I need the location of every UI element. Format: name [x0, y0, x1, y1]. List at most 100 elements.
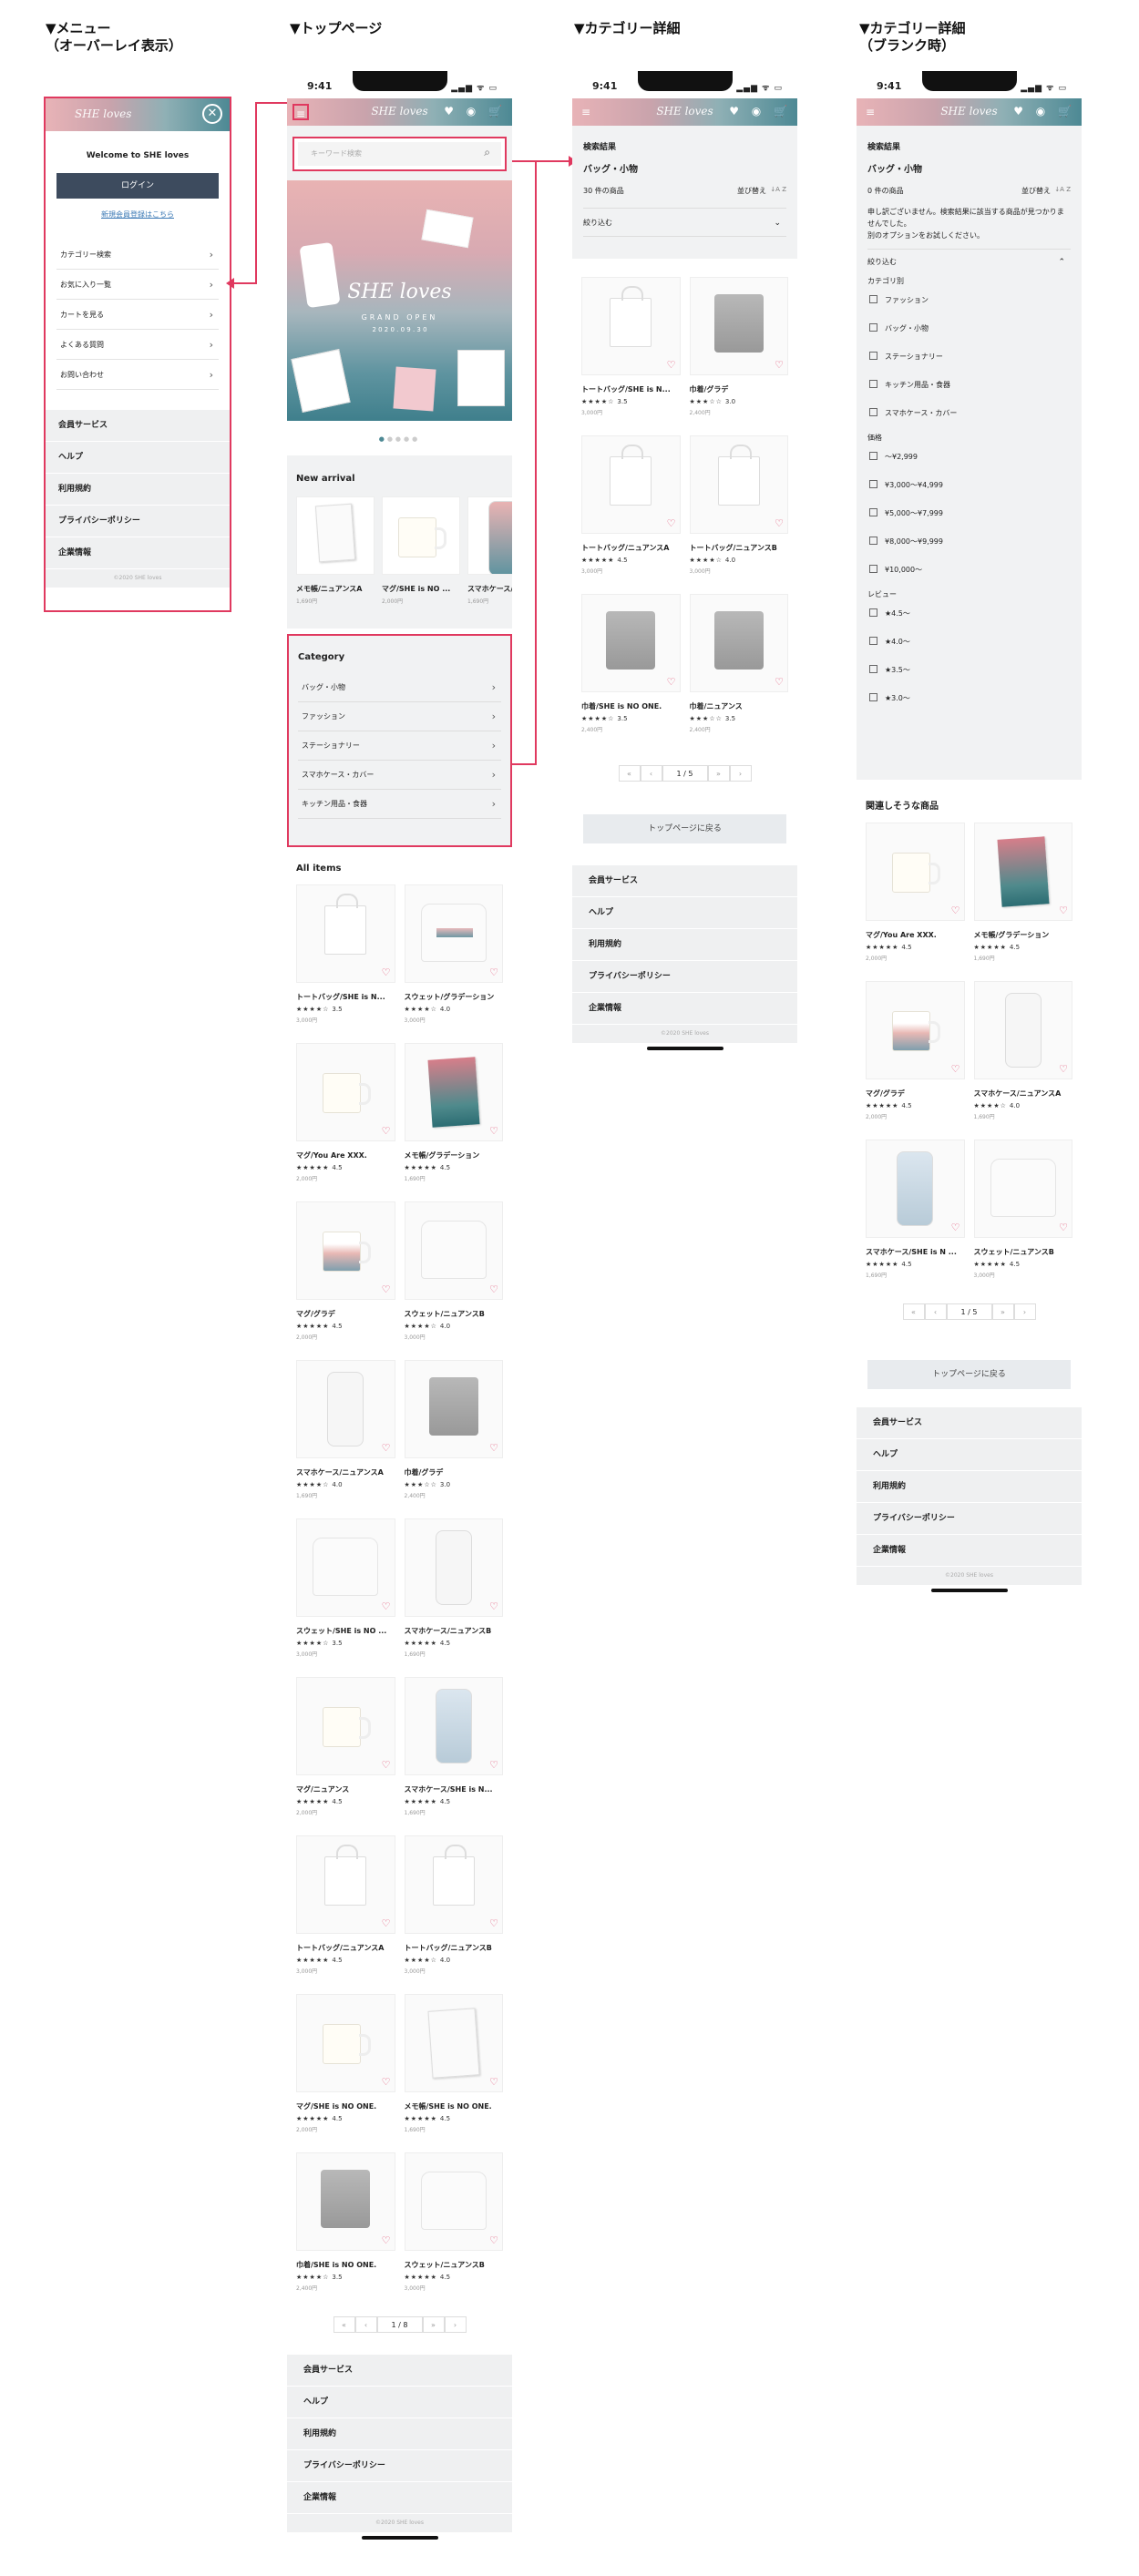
back-to-top-button[interactable]: トップページに戻る [867, 1360, 1071, 1389]
heart-icon[interactable]: ♡ [489, 966, 498, 978]
menu-item-faq[interactable]: よくある質問 [56, 330, 219, 360]
product-card[interactable]: ♡ メモ帳/グラデーション ★★★★★ 4.5 1,690円 [973, 823, 1072, 981]
product-image[interactable]: ♡ [404, 1677, 503, 1775]
product-name[interactable]: マグ/グラデ [296, 1309, 395, 1319]
carousel-dots[interactable]: ●●●●● [287, 435, 512, 443]
product-name[interactable]: メモ帳/グラデーション [405, 1150, 504, 1160]
product-card[interactable]: ♡ マグ/グラデ ★★★★★ 4.5 2,000円 [296, 1201, 395, 1360]
product-image[interactable]: ♡ [866, 981, 965, 1079]
hamburger-icon[interactable]: ≡ [292, 104, 309, 120]
heart-icon[interactable]: ♡ [775, 359, 784, 371]
product-name[interactable]: 巾着/ニュアンス [690, 701, 789, 711]
product-image[interactable]: ♡ [689, 435, 788, 534]
filter-price-option[interactable]: ¥3,000～¥4,999 [867, 471, 1071, 499]
sort-icon[interactable]: ↓A Z [1054, 186, 1071, 193]
product-card[interactable]: ♡ スマホケース/ニュアンスA ★★★★☆ 4.0 1,690円 [973, 981, 1073, 1140]
product-card[interactable]: ♡ トートバッグ/ニュアンスA ★★★★★ 4.5 3,000円 [296, 1835, 395, 1994]
hero-banner[interactable]: SHE loves GRAND OPEN 2 0 2 0 . 0 9 . 3 0 [287, 180, 512, 421]
product-image[interactable]: ♡ [973, 981, 1072, 1079]
product-name[interactable]: スウェット/ニュアンスB [974, 1247, 1073, 1257]
filter-review-option[interactable]: ★4.5～ [867, 599, 1071, 628]
product-card[interactable]: ♡ スウェット/ニュアンスB ★★★★☆ 4.0 3,000円 [404, 1201, 503, 1360]
heart-icon[interactable]: ♡ [667, 676, 676, 688]
search-icon[interactable]: ⌕ [484, 146, 490, 159]
pager-last[interactable]: » [707, 765, 730, 782]
product-image[interactable]: ♡ [866, 1140, 965, 1238]
checkbox[interactable] [869, 508, 877, 516]
footer-item-help[interactable]: ヘルプ [46, 442, 230, 474]
product-card[interactable]: ♡ スマホケース/SHE is N... ★★★★★ 4.5 1,690円 [404, 1677, 504, 1835]
filter-category-option[interactable]: ステーショナリー [867, 342, 1071, 371]
product-image[interactable]: ♡ [973, 823, 1072, 921]
heart-icon[interactable]: ♡ [775, 676, 784, 688]
product-image[interactable]: ♡ [404, 1994, 503, 2092]
category-item-fashion[interactable]: ファッション [298, 702, 501, 731]
product-name[interactable]: スマホケース/SHE is N... [405, 1784, 504, 1794]
product-image[interactable]: ♡ [581, 435, 681, 534]
heart-icon[interactable]: ♡ [489, 1442, 498, 1454]
checkbox[interactable] [869, 295, 877, 303]
product-image[interactable]: ♡ [296, 1994, 395, 2092]
header-icons[interactable]: ♥ ◉ 🛒 [1013, 105, 1076, 118]
product-image[interactable]: ♡ [404, 1360, 503, 1458]
footer-item-privacy[interactable]: プライバシーポリシー [287, 2450, 512, 2482]
footer-item-terms[interactable]: 利用規約 [46, 474, 230, 506]
filter-category-option[interactable]: ファッション [867, 286, 1071, 314]
product-card[interactable]: ♡ トートバッグ/ニュアンスB ★★★★☆ 4.0 3,000円 [689, 435, 789, 594]
menu-item-category-search[interactable]: カテゴリー検索 [56, 240, 219, 270]
filter-review-option[interactable]: ★3.5～ [867, 656, 1071, 684]
footer-item-member[interactable]: 会員サービス [572, 865, 797, 897]
checkbox[interactable] [869, 665, 877, 673]
pager-prev[interactable]: ‹ [354, 2316, 377, 2333]
product-name[interactable]: 巾着/グラデ [405, 1467, 504, 1477]
product-card[interactable]: ♡ 巾着/グラデ ★★★☆☆ 3.0 2,400円 [689, 277, 788, 435]
product-image[interactable]: ♡ [404, 884, 503, 983]
product-image[interactable]: ♡ [296, 1835, 395, 1934]
heart-icon[interactable]: ♡ [382, 1917, 391, 1929]
footer-item-help[interactable]: ヘルプ [857, 1439, 1082, 1471]
pager-next[interactable]: › [444, 2316, 467, 2333]
product-image[interactable]: ♡ [296, 2152, 395, 2251]
heart-icon[interactable]: ♡ [489, 1759, 498, 1771]
product-card[interactable]: ♡ メモ帳/グラデーション ★★★★★ 4.5 1,690円 [404, 1043, 504, 1201]
product-name[interactable]: スウェット/SHE is NO ... [296, 1626, 395, 1636]
product-image[interactable]: ♡ [404, 1043, 503, 1141]
heart-icon[interactable]: ♡ [489, 2076, 498, 2088]
product-name[interactable]: トートバッグ/SHE is N... [296, 992, 395, 1002]
product-image[interactable]: ♡ [581, 594, 681, 692]
product-card[interactable]: ♡ スマホケース/ニュアンスB ★★★★★ 4.5 1,690円 [404, 1518, 503, 1677]
product-image[interactable]: ♡ [296, 1201, 395, 1300]
product-image[interactable]: ♡ [296, 1360, 395, 1458]
product-card[interactable]: ♡ マグ/グラデ ★★★★★ 4.5 2,000円 [866, 981, 965, 1140]
product-image[interactable]: ♡ [404, 1201, 503, 1300]
category-item-stationery[interactable]: ステーショナリー [298, 731, 501, 761]
footer-item-help[interactable]: ヘルプ [572, 897, 797, 929]
product-image[interactable]: ♡ [404, 1518, 503, 1617]
product-image[interactable]: ♡ [404, 1835, 503, 1934]
footer-item-terms[interactable]: 利用規約 [572, 929, 797, 961]
filter-price-option[interactable]: ～¥2,999 [867, 443, 1071, 471]
product-name[interactable]: トートバッグ/ニュアンスB [690, 543, 789, 553]
pager-current[interactable]: 1 / 5 [662, 765, 708, 782]
footer-item-member[interactable]: 会員サービス [287, 2355, 512, 2387]
heart-icon[interactable]: ♡ [667, 359, 676, 371]
pager-current[interactable]: 1 / 5 [946, 1303, 992, 1320]
heart-icon[interactable]: ♡ [382, 966, 391, 978]
product-name[interactable]: スマホケース/ニュアンスA [974, 1089, 1073, 1099]
product-name[interactable]: マグ/ニュアンス [296, 1784, 395, 1794]
filter-category-option[interactable]: バッグ・小物 [867, 314, 1071, 342]
filter-review-option[interactable]: ★4.0～ [867, 628, 1071, 656]
product-card[interactable]: ♡ トートバッグ/SHE is N... ★★★★☆ 3.5 3,000円 [296, 884, 395, 1043]
product-name[interactable]: マグ/グラデ [866, 1089, 965, 1099]
checkbox[interactable] [869, 637, 877, 645]
search-input[interactable]: キーワード検索 [311, 148, 362, 158]
header-icons[interactable]: ♥ ◉ 🛒 [729, 105, 792, 118]
product-card[interactable]: ♡ マグ/SHE is NO ONE. ★★★★★ 4.5 2,000円 [296, 1994, 395, 2152]
heart-icon[interactable]: ♡ [489, 1600, 498, 1612]
checkbox[interactable] [869, 608, 877, 617]
product-card[interactable]: ♡ トートバッグ/ニュアンスB ★★★★☆ 4.0 3,000円 [404, 1835, 503, 1994]
product-name[interactable]: マグ/You Are XXX. [866, 930, 965, 940]
footer-item-privacy[interactable]: プライバシーポリシー [572, 961, 797, 993]
filter-toggle[interactable]: 絞り込む ⌄ [583, 208, 786, 237]
product-image[interactable]: ♡ [296, 884, 395, 983]
